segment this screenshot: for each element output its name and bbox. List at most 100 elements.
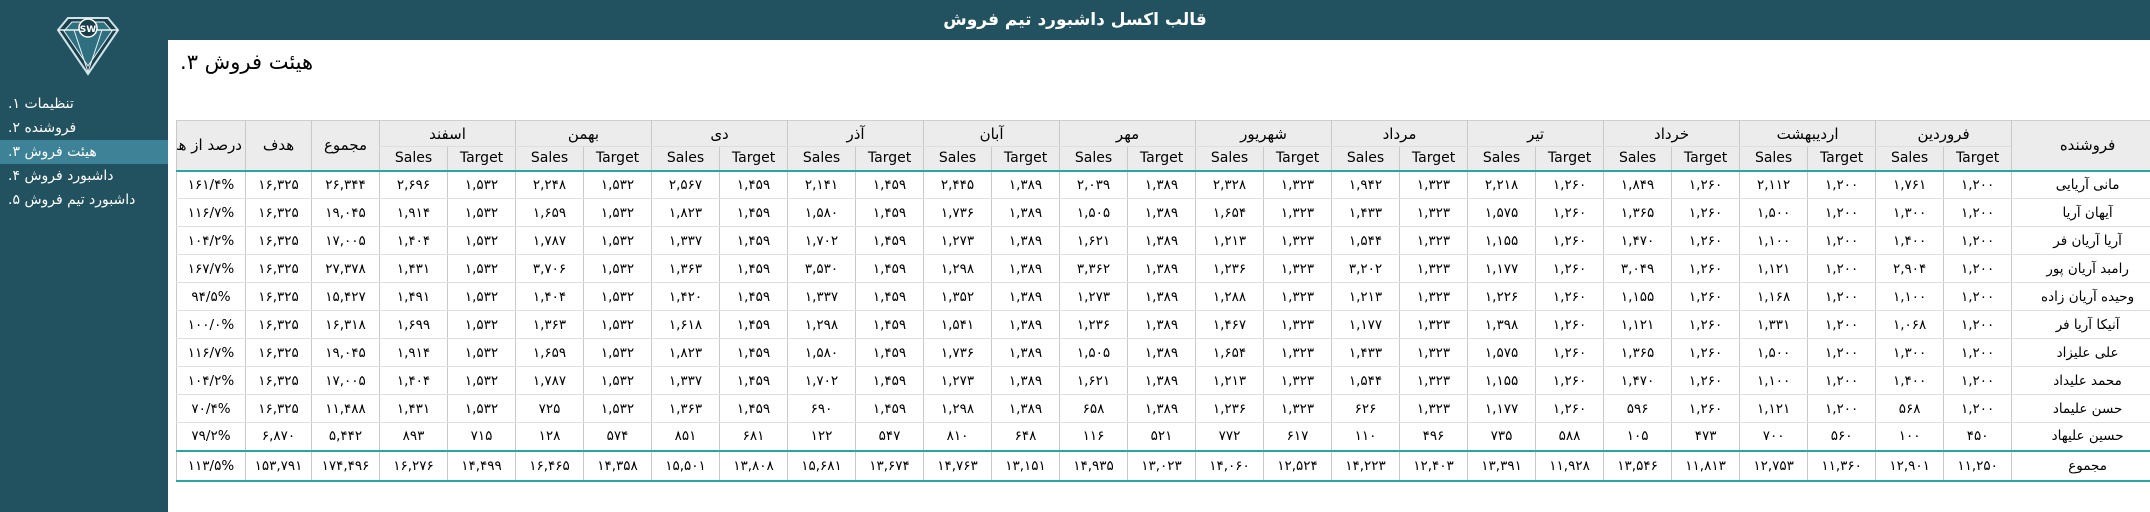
- sales-cell[interactable]: ۱,۶۲۱: [1059, 226, 1129, 255]
- target-cell[interactable]: ۱,۲۰۰: [1807, 254, 1877, 283]
- target-cell[interactable]: ۱۳,۱۵۱: [991, 449, 1061, 482]
- sales-cell[interactable]: ۱,۷۳۶: [923, 198, 993, 227]
- target-cell[interactable]: ۴۵۰: [1943, 422, 2013, 451]
- sales-cell[interactable]: ۱,۴۰۰: [1875, 226, 1945, 255]
- sales-cell[interactable]: ۱,۷۸۷: [515, 226, 585, 255]
- target-cell[interactable]: ۶۸۱: [719, 422, 789, 451]
- target-cell[interactable]: ۱,۵۳۲: [583, 226, 653, 255]
- sales-cell[interactable]: ۱,۶۵۹: [515, 338, 585, 367]
- sales-cell[interactable]: ۱,۷۰۲: [787, 226, 857, 255]
- sales-cell[interactable]: ۱,۵۰۵: [1059, 338, 1129, 367]
- row-percent-cell[interactable]: ۱۱۶/۷%: [176, 198, 246, 227]
- target-cell[interactable]: ۱,۴۵۹: [855, 170, 925, 199]
- sales-cell[interactable]: ۱۲,۹۰۱: [1875, 449, 1945, 482]
- target-cell[interactable]: ۱,۳۸۹: [991, 366, 1061, 395]
- sales-cell[interactable]: ۱,۴۷۰: [1603, 366, 1673, 395]
- target-cell[interactable]: ۱,۴۵۹: [719, 254, 789, 283]
- target-cell[interactable]: ۱۱,۸۱۳: [1671, 449, 1741, 482]
- row-total-cell[interactable]: ۲۷,۳۷۸: [311, 254, 380, 283]
- row-total-cell[interactable]: ۱۷,۰۰۵: [311, 226, 380, 255]
- target-cell[interactable]: ۱,۲۶۰: [1535, 198, 1605, 227]
- sales-cell[interactable]: ۱,۱۰۰: [1739, 366, 1809, 395]
- target-cell[interactable]: ۱,۳۸۹: [991, 394, 1061, 423]
- target-cell[interactable]: ۱,۳۲۳: [1263, 282, 1333, 311]
- row-total-cell[interactable]: ۱۷۴,۴۹۶: [311, 449, 380, 482]
- sales-cell[interactable]: ۱,۶۵۴: [1195, 338, 1265, 367]
- sales-cell[interactable]: ۱۶,۴۶۵: [515, 449, 585, 482]
- target-cell[interactable]: ۱,۳۲۳: [1399, 282, 1469, 311]
- sales-cell[interactable]: ۱,۳۰۰: [1875, 338, 1945, 367]
- sales-cell[interactable]: ۱,۷۶۱: [1875, 170, 1945, 199]
- sales-cell[interactable]: ۱,۲۳۶: [1195, 394, 1265, 423]
- row-target-cell[interactable]: ۱۶,۳۲۵: [245, 338, 312, 367]
- target-cell[interactable]: ۱,۳۸۹: [1127, 366, 1197, 395]
- target-cell[interactable]: ۱,۵۳۲: [447, 338, 517, 367]
- target-cell[interactable]: ۱,۴۵۹: [719, 282, 789, 311]
- target-cell[interactable]: ۱,۵۳۲: [583, 254, 653, 283]
- sales-cell[interactable]: ۱,۵۴۴: [1331, 226, 1401, 255]
- row-percent-cell[interactable]: ۱۶۱/۴%: [176, 170, 246, 199]
- sales-cell[interactable]: ۲,۴۴۵: [923, 170, 993, 199]
- target-cell[interactable]: ۱,۲۰۰: [1943, 338, 2013, 367]
- target-cell[interactable]: ۶۱۷: [1263, 422, 1333, 451]
- target-cell[interactable]: ۱۳,۸۰۸: [719, 449, 789, 482]
- seller-name-cell[interactable]: حسن علیماد: [2011, 394, 2150, 423]
- sales-cell[interactable]: ۱,۰۶۸: [1875, 310, 1945, 339]
- row-target-cell[interactable]: ۱۶,۳۲۵: [245, 170, 312, 199]
- row-percent-cell[interactable]: ۷۰/۴%: [176, 394, 246, 423]
- sales-cell[interactable]: ۱,۳۳۱: [1739, 310, 1809, 339]
- target-cell[interactable]: ۱,۲۰۰: [1807, 170, 1877, 199]
- sales-cell[interactable]: ۲,۲۱۸: [1467, 170, 1537, 199]
- row-target-cell[interactable]: ۱۶,۳۲۵: [245, 254, 312, 283]
- sales-cell[interactable]: ۱,۳۵۲: [923, 282, 993, 311]
- sales-cell[interactable]: ۲,۰۳۹: [1059, 170, 1129, 199]
- target-cell[interactable]: ۱,۵۳۲: [447, 394, 517, 423]
- target-cell[interactable]: ۱,۲۶۰: [1671, 226, 1741, 255]
- sales-cell[interactable]: ۲,۳۲۸: [1195, 170, 1265, 199]
- sales-cell[interactable]: ۶۵۸: [1059, 394, 1129, 423]
- target-cell[interactable]: ۱,۳۸۹: [1127, 282, 1197, 311]
- sales-cell[interactable]: ۱,۱۵۵: [1467, 226, 1537, 255]
- sales-cell[interactable]: ۱,۵۴۴: [1331, 366, 1401, 395]
- sales-cell[interactable]: ۱۴,۹۳۵: [1059, 449, 1129, 482]
- sales-cell[interactable]: ۱,۴۰۰: [1875, 366, 1945, 395]
- row-total-cell[interactable]: ۲۶,۳۴۴: [311, 170, 380, 199]
- target-cell[interactable]: ۱,۲۰۰: [1943, 198, 2013, 227]
- target-cell[interactable]: ۱,۳۸۹: [1127, 338, 1197, 367]
- sales-cell[interactable]: ۶۹۰: [787, 394, 857, 423]
- target-cell[interactable]: ۱,۵۳۲: [447, 170, 517, 199]
- target-cell[interactable]: ۵۶۰: [1807, 422, 1877, 451]
- target-cell[interactable]: ۱,۳۸۹: [1127, 170, 1197, 199]
- row-target-cell[interactable]: ۱۶,۳۲۵: [245, 366, 312, 395]
- target-cell[interactable]: ۱,۳۲۳: [1399, 198, 1469, 227]
- target-cell[interactable]: ۱۳,۰۲۳: [1127, 449, 1197, 482]
- sales-cell[interactable]: ۱,۸۲۳: [651, 198, 721, 227]
- sales-cell[interactable]: ۱,۴۹۱: [378, 282, 449, 311]
- target-cell[interactable]: ۱,۳۸۹: [991, 226, 1061, 255]
- target-cell[interactable]: ۱,۴۵۹: [855, 338, 925, 367]
- sales-cell[interactable]: ۱,۶۲۱: [1059, 366, 1129, 395]
- target-cell[interactable]: ۱,۳۸۹: [1127, 254, 1197, 283]
- target-cell[interactable]: ۱,۲۶۰: [1535, 226, 1605, 255]
- sales-cell[interactable]: ۱,۲۱۳: [1195, 226, 1265, 255]
- target-cell[interactable]: ۷۱۵: [447, 422, 517, 451]
- target-cell[interactable]: ۱,۵۳۲: [583, 170, 653, 199]
- sales-cell[interactable]: ۱,۶۵۴: [1195, 198, 1265, 227]
- sales-cell[interactable]: ۵۹۶: [1603, 394, 1673, 423]
- target-cell[interactable]: ۱۱,۳۶۰: [1807, 449, 1877, 482]
- sales-cell[interactable]: ۱۲۸: [515, 422, 585, 451]
- sales-cell[interactable]: ۱,۲۷۳: [923, 226, 993, 255]
- sales-cell[interactable]: ۱,۲۹۸: [923, 394, 993, 423]
- target-cell[interactable]: ۱,۳۲۳: [1263, 198, 1333, 227]
- row-total-cell[interactable]: ۱۵,۴۲۷: [311, 282, 380, 311]
- seller-name-cell[interactable]: آنیکا آریا فر: [2011, 310, 2150, 339]
- sales-cell[interactable]: ۱,۴۳۱: [378, 394, 449, 423]
- sales-cell[interactable]: ۱,۵۷۵: [1467, 338, 1537, 367]
- sales-cell[interactable]: ۱,۲۱۳: [1195, 366, 1265, 395]
- target-cell[interactable]: ۱,۲۶۰: [1671, 394, 1741, 423]
- row-percent-cell[interactable]: ۱۶۷/۷%: [176, 254, 246, 283]
- target-cell[interactable]: ۱,۲۰۰: [1807, 198, 1877, 227]
- target-cell[interactable]: ۱,۵۳۲: [583, 394, 653, 423]
- row-percent-cell[interactable]: ۱۰۴/۲%: [176, 226, 246, 255]
- sales-cell[interactable]: ۱,۳۳۷: [651, 226, 721, 255]
